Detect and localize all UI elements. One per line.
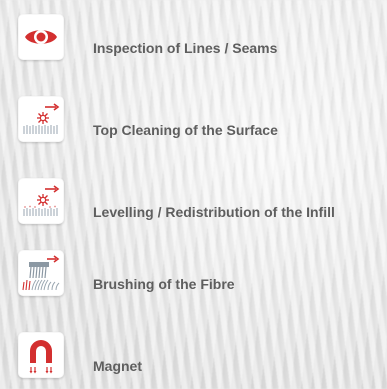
feature-label: Magnet [93, 358, 142, 374]
feature-label: Brushing of the Fibre [93, 276, 235, 292]
feature-item-inspection: Inspection of Lines / Seams [18, 14, 387, 60]
icon-tile [18, 14, 64, 60]
icon-tile [18, 332, 64, 378]
feature-item-magnet: Magnet [18, 332, 387, 378]
icon-tile [18, 250, 64, 296]
feature-item-levelling: Levelling / Redistribution of the Infill [18, 178, 387, 224]
icon-tile [18, 178, 64, 224]
infill-levelling-icon [23, 185, 60, 216]
fibre-brushing-icon [22, 255, 60, 291]
surface-cleaning-icon [23, 103, 60, 134]
eye-icon [25, 30, 57, 44]
feature-list: Inspection of Lines / Seams Top Cleaning… [0, 0, 387, 389]
feature-item-brushing: Brushing of the Fibre [18, 250, 387, 296]
feature-item-top-cleaning: Top Cleaning of the Surface [18, 96, 387, 142]
magnet-icon [29, 340, 53, 374]
feature-label: Top Cleaning of the Surface [93, 122, 278, 138]
feature-label: Levelling / Redistribution of the Infill [93, 204, 335, 220]
feature-label: Inspection of Lines / Seams [93, 40, 278, 56]
icon-tile [18, 96, 64, 142]
